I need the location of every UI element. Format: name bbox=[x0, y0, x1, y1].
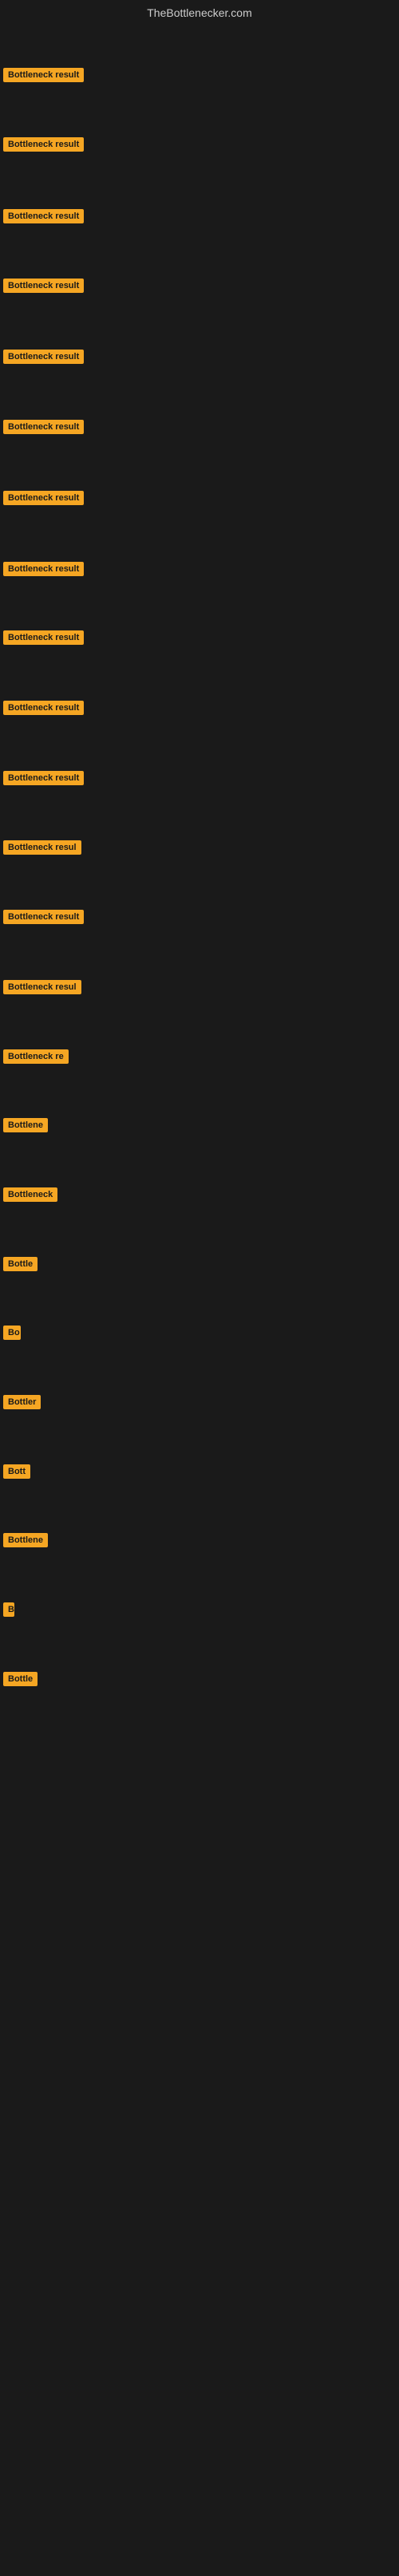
bottleneck-item-9: Bottleneck result bbox=[3, 630, 84, 649]
bottleneck-item-24: Bottle bbox=[3, 1672, 38, 1690]
bottleneck-badge-23[interactable]: B bbox=[3, 1602, 14, 1617]
bottleneck-item-3: Bottleneck result bbox=[3, 209, 84, 227]
bottleneck-badge-13[interactable]: Bottleneck result bbox=[3, 910, 84, 924]
bottleneck-item-20: Bottler bbox=[3, 1395, 41, 1413]
bottleneck-item-18: Bottle bbox=[3, 1257, 38, 1275]
site-header: TheBottlenecker.com bbox=[0, 0, 399, 22]
bottleneck-item-15: Bottleneck re bbox=[3, 1049, 69, 1068]
bottleneck-item-6: Bottleneck result bbox=[3, 420, 84, 438]
bottleneck-badge-4[interactable]: Bottleneck result bbox=[3, 279, 84, 293]
bottleneck-badge-20[interactable]: Bottler bbox=[3, 1395, 41, 1409]
bottleneck-badge-16[interactable]: Bottlene bbox=[3, 1118, 48, 1132]
bottleneck-item-12: Bottleneck resul bbox=[3, 840, 81, 859]
bottleneck-badge-6[interactable]: Bottleneck result bbox=[3, 420, 84, 434]
bottleneck-item-13: Bottleneck result bbox=[3, 910, 84, 928]
bottleneck-item-8: Bottleneck result bbox=[3, 562, 84, 580]
bottleneck-item-2: Bottleneck result bbox=[3, 137, 84, 156]
bottleneck-item-23: B bbox=[3, 1602, 14, 1621]
bottleneck-badge-5[interactable]: Bottleneck result bbox=[3, 350, 84, 364]
bottleneck-item-1: Bottleneck result bbox=[3, 68, 84, 86]
bottleneck-item-22: Bottlene bbox=[3, 1533, 48, 1551]
bottleneck-item-4: Bottleneck result bbox=[3, 279, 84, 297]
bottleneck-item-11: Bottleneck result bbox=[3, 771, 84, 789]
bottleneck-badge-8[interactable]: Bottleneck result bbox=[3, 562, 84, 576]
bottleneck-badge-17[interactable]: Bottleneck bbox=[3, 1187, 57, 1202]
bottleneck-badge-14[interactable]: Bottleneck resul bbox=[3, 980, 81, 994]
bottleneck-item-10: Bottleneck result bbox=[3, 701, 84, 719]
items-container: Bottleneck result Bottleneck result Bottle… bbox=[0, 22, 399, 2576]
bottleneck-item-21: Bott bbox=[3, 1464, 30, 1483]
bottleneck-item-7: Bottleneck result bbox=[3, 491, 84, 509]
bottleneck-badge-22[interactable]: Bottlene bbox=[3, 1533, 48, 1547]
bottleneck-badge-3[interactable]: Bottleneck result bbox=[3, 209, 84, 223]
bottleneck-badge-21[interactable]: Bott bbox=[3, 1464, 30, 1479]
bottleneck-item-5: Bottleneck result bbox=[3, 350, 84, 368]
bottleneck-badge-12[interactable]: Bottleneck resul bbox=[3, 840, 81, 855]
bottleneck-badge-2[interactable]: Bottleneck result bbox=[3, 137, 84, 152]
bottleneck-item-19: Bo bbox=[3, 1326, 21, 1344]
bottleneck-badge-9[interactable]: Bottleneck result bbox=[3, 630, 84, 645]
bottleneck-badge-1[interactable]: Bottleneck result bbox=[3, 68, 84, 82]
bottleneck-badge-18[interactable]: Bottle bbox=[3, 1257, 38, 1271]
bottleneck-item-17: Bottleneck bbox=[3, 1187, 57, 1206]
bottleneck-item-14: Bottleneck resul bbox=[3, 980, 81, 998]
bottleneck-item-16: Bottlene bbox=[3, 1118, 48, 1136]
bottleneck-badge-10[interactable]: Bottleneck result bbox=[3, 701, 84, 715]
bottleneck-badge-11[interactable]: Bottleneck result bbox=[3, 771, 84, 785]
bottleneck-badge-24[interactable]: Bottle bbox=[3, 1672, 38, 1686]
bottleneck-badge-7[interactable]: Bottleneck result bbox=[3, 491, 84, 505]
site-title: TheBottlenecker.com bbox=[0, 0, 399, 22]
bottleneck-badge-15[interactable]: Bottleneck re bbox=[3, 1049, 69, 1064]
bottleneck-badge-19[interactable]: Bo bbox=[3, 1326, 21, 1340]
